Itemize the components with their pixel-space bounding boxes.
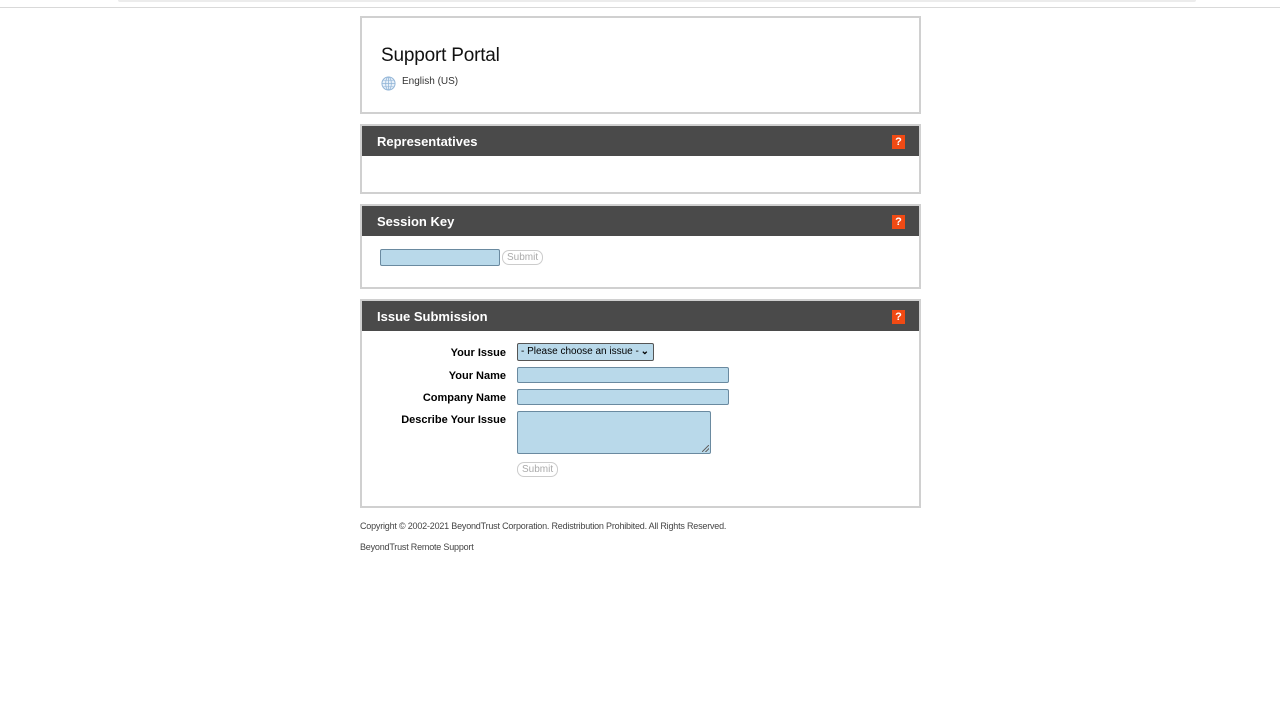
section-title: Session Key [377,214,455,229]
issue-submit-button[interactable]: Submit [517,462,559,477]
your-issue-label: Your Issue [450,347,506,359]
session-key-body: Submit [362,236,919,287]
portal-container: Support Portal English (US) Representati… [360,16,921,563]
globe-icon [381,76,396,91]
chevron-down-icon: ⌄ [640,346,649,357]
issue-select[interactable]: - Please choose an issue - ⌄ [517,343,654,361]
issue-submission-form: Your Issue - Please choose an issue - ⌄ … [362,331,919,506]
issue-submission-section: Issue Submission ? Your Issue - Please c… [360,299,921,508]
portal-header: Support Portal English (US) [360,16,921,114]
resize-handle-icon[interactable] [702,445,709,452]
help-icon[interactable]: ? [892,215,905,229]
describe-issue-textarea[interactable] [517,411,711,454]
session-key-submit-button[interactable]: Submit [502,250,544,265]
representatives-header: Representatives ? [362,126,919,156]
company-name-label: Company Name [422,392,506,404]
company-name-field[interactable] [517,389,729,405]
session-key-header: Session Key ? [362,206,919,236]
session-key-input[interactable] [380,249,500,266]
page-title: Support Portal [381,45,500,66]
section-title: Issue Submission [377,309,488,324]
footer: Copyright © 2002-2021 BeyondTrust Corpor… [360,521,921,552]
issue-submission-header: Issue Submission ? [362,301,919,331]
product-name: BeyondTrust Remote Support [360,542,474,552]
your-name-field[interactable] [517,367,729,383]
your-name-label: Your Name [448,370,506,382]
section-title: Representatives [377,134,478,149]
copyright-text: Copyright © 2002-2021 BeyondTrust Corpor… [360,521,727,531]
issue-select-value: - Please choose an issue - [521,346,639,357]
describe-issue-label: Describe Your Issue [401,414,506,426]
help-icon[interactable]: ? [892,135,905,149]
session-key-section: Session Key ? Submit [360,204,921,289]
browser-top-edge [0,0,1280,8]
representatives-section: Representatives ? [360,124,921,194]
representatives-list [362,156,919,192]
language-selector[interactable]: English (US) [381,71,458,91]
help-icon[interactable]: ? [892,310,905,324]
language-label[interactable]: English (US) [402,76,458,87]
browser-top-bar [118,0,1196,2]
